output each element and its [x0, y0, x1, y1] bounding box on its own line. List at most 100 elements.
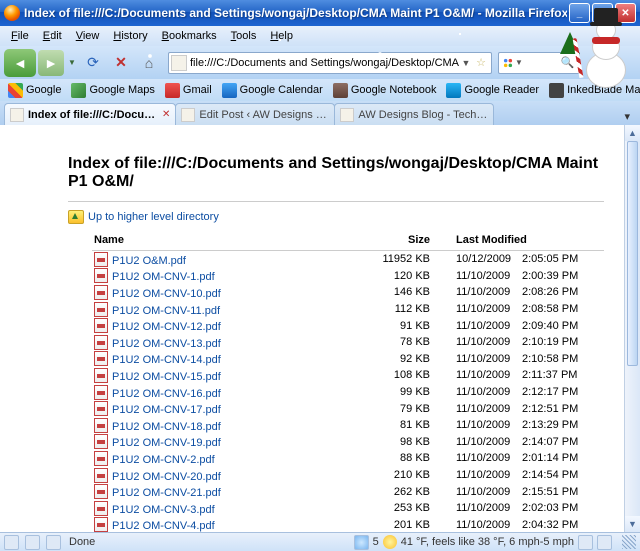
pdf-icon — [94, 385, 108, 400]
file-link[interactable]: P1U2 OM-CNV-12.pdf — [112, 321, 221, 333]
table-row: P1U2 OM-CNV-19.pdf98 KB11/10/20092:14:07… — [92, 434, 604, 451]
pdf-icon — [94, 368, 108, 383]
status-addon-icon[interactable] — [46, 535, 61, 550]
up-directory-link[interactable]: Up to higher level directory — [68, 210, 604, 224]
search-go-icon[interactable]: 🔍 — [561, 56, 575, 69]
browser-tab[interactable]: AW Designs Blog - Technical tips for de.… — [334, 103, 494, 125]
bookmark-gmail[interactable]: Gmail — [161, 82, 216, 99]
file-link[interactable]: P1U2 OM-CNV-3.pdf — [112, 504, 215, 516]
menu-help[interactable]: Help — [263, 28, 300, 44]
file-size: 79 KB — [364, 400, 454, 417]
tab-favicon — [10, 108, 24, 122]
file-link[interactable]: P1U2 OM-CNV-4.pdf — [112, 520, 215, 532]
vertical-scrollbar[interactable]: ▲ ▼ — [624, 125, 640, 532]
column-size[interactable]: Size — [364, 230, 454, 251]
pdf-icon — [94, 318, 108, 333]
pdf-icon — [94, 285, 108, 300]
table-row: P1U2 OM-CNV-1.pdf 120 KB11/10/20092:00:39… — [92, 268, 604, 285]
file-size: 92 KB — [364, 351, 454, 368]
file-link[interactable]: P1U2 OM-CNV-11.pdf — [112, 305, 220, 317]
scroll-thumb[interactable] — [627, 141, 638, 366]
table-row: P1U2 OM-CNV-11.pdf112 KB11/10/20092:08:5… — [92, 301, 604, 318]
reload-button[interactable]: ⟳ — [80, 50, 106, 76]
back-button[interactable]: ◄ — [4, 49, 36, 77]
file-modified: 11/10/20092:00:39 PM — [454, 268, 604, 285]
status-addon-icon[interactable] — [25, 535, 40, 550]
bookmark-label: Google Notebook — [351, 84, 437, 96]
bookmark-google-reader[interactable]: Google Reader — [442, 82, 543, 99]
scroll-down-button[interactable]: ▼ — [625, 516, 640, 532]
file-link[interactable]: P1U2 OM-CNV-10.pdf — [112, 288, 221, 300]
file-link[interactable]: P1U2 OM-CNV-17.pdf — [112, 404, 221, 416]
window-close-button[interactable]: ✕ — [615, 3, 636, 23]
browser-tab[interactable]: Index of file:///C:/Documents an...✕ — [4, 103, 176, 125]
scroll-up-button[interactable]: ▲ — [625, 125, 640, 141]
resize-grip[interactable] — [622, 535, 636, 549]
file-size: 120 KB — [364, 268, 454, 285]
status-security-icon[interactable] — [578, 535, 593, 550]
search-dropdown[interactable]: ▼ — [515, 58, 523, 67]
file-link[interactable]: P1U2 OM-CNV-13.pdf — [112, 338, 221, 350]
url-bar[interactable]: ▼ ☆ — [168, 52, 492, 74]
column-modified[interactable]: Last Modified — [454, 230, 604, 251]
weather-icon[interactable] — [383, 535, 397, 549]
tab-close-button[interactable]: ✕ — [162, 109, 170, 120]
window-titlebar: Index of file:///C:/Documents and Settin… — [0, 0, 640, 26]
browser-tab[interactable]: Edit Post ‹ AW Designs Blog — WordPr... — [175, 103, 335, 125]
file-link[interactable]: P1U2 OM-CNV-18.pdf — [112, 421, 221, 433]
table-row: P1U2 OM-CNV-3.pdf253 KB11/10/20092:02:03… — [92, 500, 604, 517]
file-link[interactable]: P1U2 OM-CNV-2.pdf — [112, 454, 215, 466]
status-addon-icon[interactable] — [4, 535, 19, 550]
menu-file[interactable]: File — [4, 28, 36, 44]
file-link[interactable]: P1U2 OM-CNV-15.pdf — [112, 371, 221, 383]
search-bar[interactable]: ▼ 🔍 — [498, 52, 580, 74]
bookmark-favicon — [8, 83, 23, 98]
pdf-icon — [94, 401, 108, 416]
window-minimize-button[interactable]: _ — [569, 3, 590, 23]
column-name[interactable]: Name — [92, 230, 364, 251]
counter-icon[interactable] — [354, 535, 369, 550]
list-all-tabs-button[interactable]: ▾ — [618, 108, 636, 125]
file-modified: 11/10/20092:10:19 PM — [454, 334, 604, 351]
scroll-track[interactable] — [625, 141, 640, 516]
bookmark-label: InkedBlade Mail — [567, 84, 640, 96]
bookmark-google[interactable]: Google — [4, 82, 65, 99]
bookmark-google-maps[interactable]: Google Maps — [67, 82, 158, 99]
file-link[interactable]: P1U2 OM-CNV-21.pdf — [112, 487, 221, 499]
table-row: P1U2 OM-CNV-4.pdf201 KB11/10/20092:04:32… — [92, 517, 604, 533]
menu-view[interactable]: View — [69, 28, 107, 44]
bookmark-favicon — [549, 83, 564, 98]
home-button[interactable]: ⌂ — [136, 50, 162, 76]
bookmark-star-icon[interactable]: ☆ — [473, 56, 489, 69]
file-link[interactable]: P1U2 O&M.pdf — [112, 255, 186, 267]
menu-tools[interactable]: Tools — [224, 28, 264, 44]
window-maximize-button[interactable]: ▢ — [592, 3, 613, 23]
bookmark-google-notebook[interactable]: Google Notebook — [329, 82, 441, 99]
status-addon-icon[interactable] — [597, 535, 612, 550]
bookmark-inkedblade-mail[interactable]: InkedBlade Mail — [545, 82, 640, 99]
url-input[interactable] — [190, 57, 459, 69]
file-link[interactable]: P1U2 OM-CNV-14.pdf — [112, 354, 221, 366]
menu-history[interactable]: History — [106, 28, 154, 44]
forward-button[interactable]: ► — [38, 50, 64, 76]
menu-bookmarks[interactable]: Bookmarks — [155, 28, 224, 44]
menu-edit[interactable]: Edit — [36, 28, 69, 44]
site-identity-icon[interactable] — [171, 55, 187, 71]
file-link[interactable]: P1U2 OM-CNV-20.pdf — [112, 471, 221, 483]
url-dropdown[interactable]: ▼ — [459, 58, 473, 68]
file-link[interactable]: P1U2 OM-CNV-19.pdf — [112, 437, 221, 449]
menu-bar: FileEditViewHistoryBookmarksToolsHelp — [0, 26, 640, 46]
file-link[interactable]: P1U2 OM-CNV-16.pdf — [112, 388, 221, 400]
search-engine-icon[interactable] — [501, 56, 515, 70]
file-size: 146 KB — [364, 284, 454, 301]
bookmark-google-calendar[interactable]: Google Calendar — [218, 82, 327, 99]
pdf-icon — [94, 484, 108, 499]
stop-button[interactable]: ✕ — [108, 50, 134, 76]
file-size: 91 KB — [364, 317, 454, 334]
history-dropdown[interactable]: ▼ — [66, 50, 78, 76]
file-modified: 11/10/20092:11:37 PM — [454, 367, 604, 384]
file-link[interactable]: P1U2 OM-CNV-1.pdf — [112, 271, 215, 283]
tab-strip: Index of file:///C:/Documents an...✕Edit… — [0, 101, 640, 125]
table-row: P1U2 OM-CNV-2.pdf88 KB11/10/20092:01:14 … — [92, 450, 604, 467]
search-input[interactable] — [525, 57, 561, 69]
